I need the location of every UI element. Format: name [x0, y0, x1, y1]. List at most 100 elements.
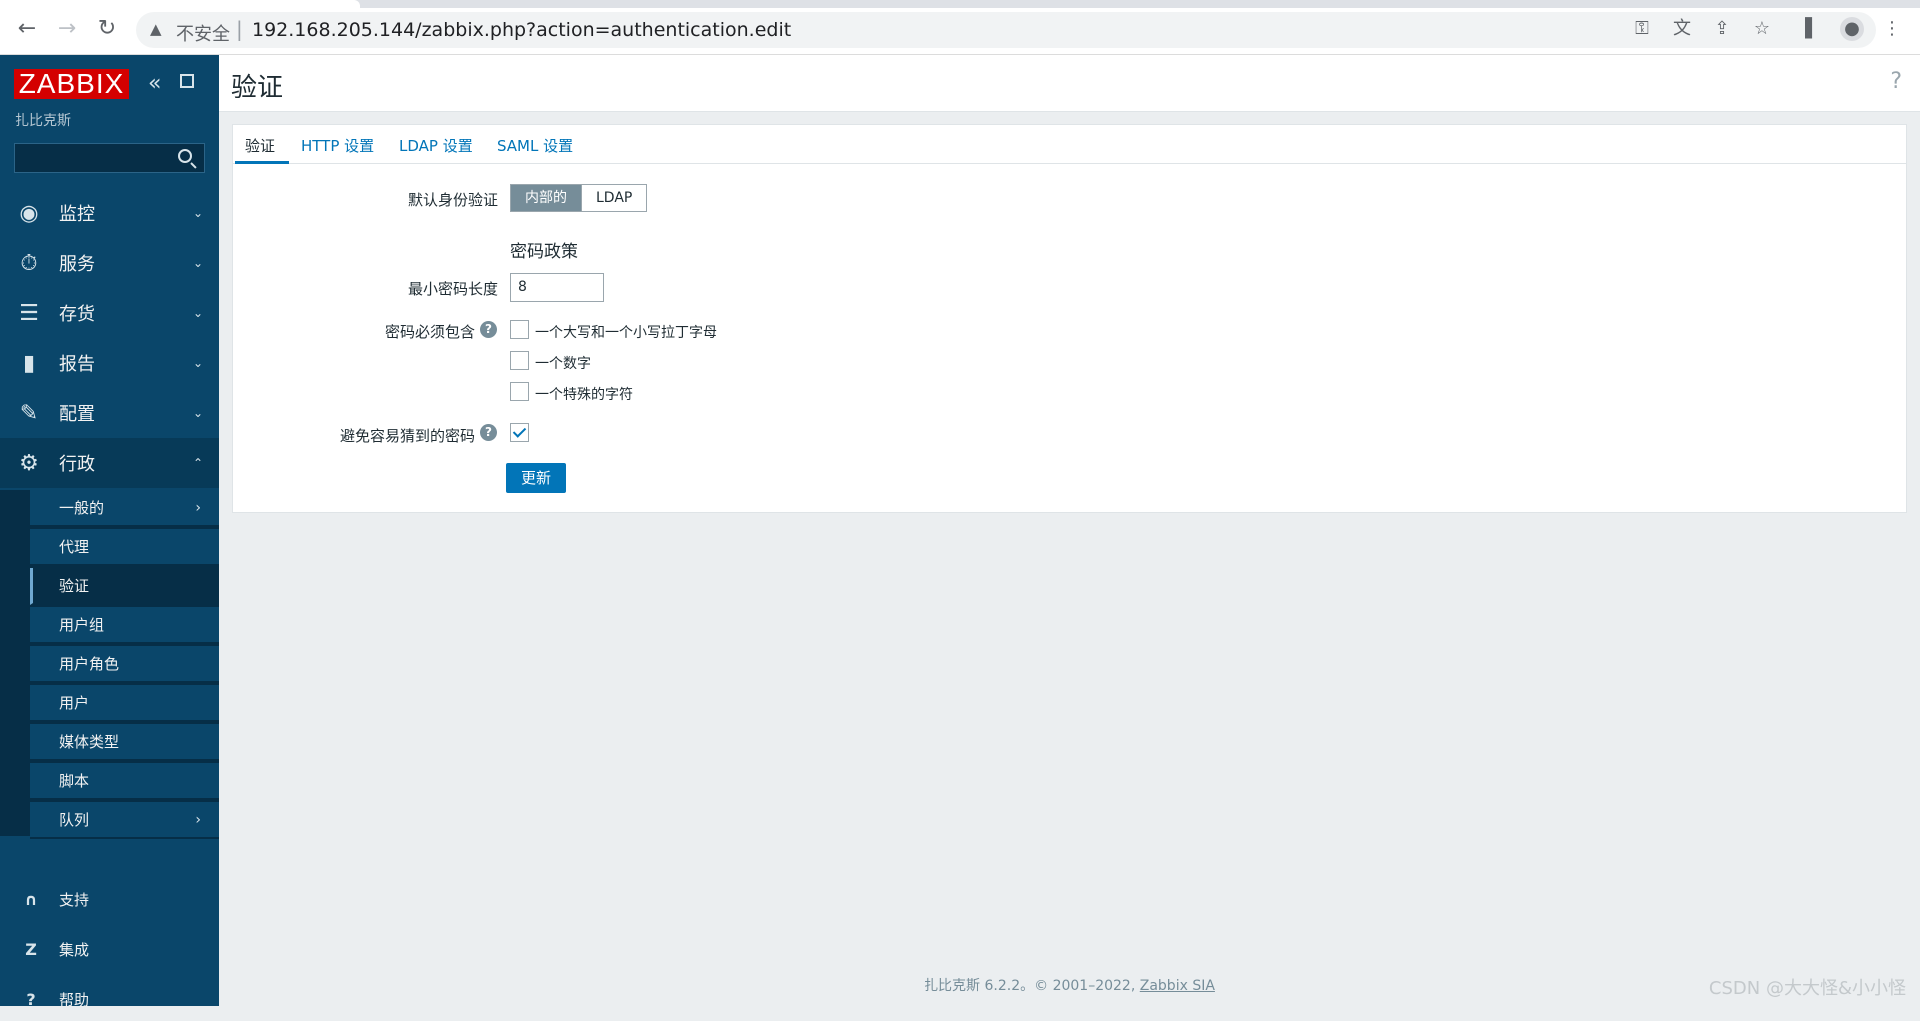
collapse-sidebar-icon[interactable]: « [148, 71, 161, 96]
option-label: 一个特殊的字符 [535, 387, 633, 403]
footer-link[interactable]: Zabbix SIA [1140, 978, 1215, 994]
url-text[interactable]: 192.168.205.144/zabbix.php?action=authen… [252, 19, 791, 41]
submenu-scripts[interactable]: 脚本 [30, 763, 219, 800]
translate-icon[interactable]: 文 [1670, 17, 1694, 41]
menu-label: 监控 [59, 204, 95, 225]
chevron-down-icon: ⌄ [192, 406, 203, 420]
zabbix-logo[interactable]: ZABBIX [14, 69, 129, 99]
must-contain-label: 密码必须包含 [384, 323, 475, 341]
menu-help[interactable]: ? 帮助 [0, 977, 219, 1021]
submenu-general[interactable]: 一般的 › [30, 490, 219, 527]
headset-icon: ∩ [24, 889, 38, 909]
submenu-label: 验证 [59, 577, 90, 595]
search-input[interactable] [14, 143, 205, 173]
tab-ldap-settings[interactable]: LDAP 设置 [399, 135, 473, 156]
z-icon: Z [25, 939, 37, 959]
footer-text: 扎比克斯 6.2.2。© 2001–2022, [924, 978, 1140, 994]
tab-saml-settings[interactable]: SAML 设置 [497, 135, 573, 156]
page-title: 验证 [231, 73, 284, 103]
submenu-label: 用户 [59, 694, 90, 712]
submenu-proxies[interactable]: 代理 [30, 529, 219, 566]
help-hint-icon[interactable]: ? [480, 321, 497, 338]
chevron-right-icon: › [195, 499, 201, 516]
menu-label: 报告 [59, 354, 95, 375]
checkbox-special-char[interactable] [510, 382, 529, 401]
tab-authentication[interactable]: 验证 [245, 135, 275, 156]
insecure-label: 不安全 [176, 24, 230, 45]
share-icon[interactable]: ⇪ [1710, 17, 1734, 41]
auth-option-ldap[interactable]: LDAP [581, 185, 647, 211]
submenu-user-roles[interactable]: 用户角色 [30, 646, 219, 683]
checkbox-digit[interactable] [510, 351, 529, 370]
chevron-down-icon: ⌄ [192, 356, 203, 370]
tab-http-settings[interactable]: HTTP 设置 [301, 135, 374, 156]
menu-label: 行政 [59, 454, 95, 475]
sub-brand: 扎比克斯 [15, 113, 71, 129]
address-bar[interactable]: ▲ 不安全 | 192.168.205.144/zabbix.php?actio… [136, 12, 1876, 48]
sidebar: ZABBIX « 扎比克斯 ◉ 监控 ⌄ ⏱ 服务 ⌄ ☰ 存货 ⌄ ▮ 报告 … [0, 55, 219, 1009]
help-icon[interactable]: ? [1890, 69, 1902, 94]
reload-icon[interactable]: ↻ [94, 16, 120, 42]
side-panel-icon[interactable]: ▌ [1800, 17, 1824, 41]
chevron-down-icon: ⌄ [192, 306, 203, 320]
footer: 扎比克斯 6.2.2。© 2001–2022, Zabbix SIA [219, 975, 1920, 995]
list-icon: ☰ [19, 300, 39, 326]
help-hint-icon[interactable]: ? [480, 424, 497, 441]
wrench-icon: ✎ [19, 400, 39, 426]
stopwatch-icon: ⏱ [20, 250, 38, 276]
search-icon[interactable] [178, 149, 192, 163]
checkbox-avoid-easy[interactable] [510, 423, 529, 442]
min-length-input[interactable]: 8 [510, 273, 604, 302]
forward-icon[interactable]: → [54, 16, 80, 42]
bottom-label: 支持 [59, 890, 90, 909]
password-policy-title: 密码政策 [510, 242, 578, 262]
chevron-right-icon: › [195, 811, 201, 828]
submenu-media-types[interactable]: 媒体类型 [30, 724, 219, 761]
submenu-authentication[interactable]: 验证 [30, 568, 219, 605]
default-auth-toggle[interactable]: 内部的 LDAP [510, 184, 648, 212]
menu-dots-icon[interactable]: ⋮ [1880, 17, 1904, 41]
chevron-down-icon: ⌄ [192, 256, 203, 270]
menu-label: 服务 [59, 254, 95, 275]
submenu-label: 用户角色 [59, 655, 120, 673]
menu-label: 配置 [59, 404, 95, 425]
active-tab-indicator [235, 161, 289, 164]
checkbox-upper-lower[interactable] [510, 320, 529, 339]
warning-icon: ▲ [150, 20, 162, 38]
chevron-up-icon: ⌃ [192, 456, 203, 470]
option-label: 一个大写和一个小写拉丁字母 [535, 325, 717, 341]
star-icon[interactable]: ☆ [1750, 17, 1774, 41]
back-icon[interactable]: ← [14, 16, 40, 42]
update-button[interactable]: 更新 [506, 463, 566, 493]
menu-services[interactable]: ⏱ 服务 ⌄ [0, 238, 219, 288]
submenu-queue[interactable]: 队列 › [30, 802, 219, 839]
menu-administration[interactable]: ⚙ 行政 ⌃ [0, 438, 219, 488]
submenu-label: 脚本 [59, 772, 90, 790]
kiosk-mode-icon[interactable] [180, 74, 194, 88]
key-icon[interactable]: ⚿ [1630, 17, 1654, 41]
bottom-label: 集成 [59, 940, 90, 959]
submenu-label: 一般的 [59, 499, 105, 517]
menu-support[interactable]: ∩ 支持 [0, 877, 219, 921]
gear-icon: ⚙ [19, 450, 39, 476]
tab-strip [0, 0, 1920, 8]
submenu-label: 队列 [59, 811, 90, 829]
submenu-users[interactable]: 用户 [30, 685, 219, 722]
profile-icon[interactable]: ● [1840, 17, 1864, 41]
menu-integrations[interactable]: Z 集成 [0, 927, 219, 971]
browser-toolbar: ← → ↻ ▲ 不安全 | 192.168.205.144/zabbix.php… [0, 0, 1920, 55]
menu-reports[interactable]: ▮ 报告 ⌄ [0, 338, 219, 388]
menu-configuration[interactable]: ✎ 配置 ⌄ [0, 388, 219, 438]
auth-option-internal[interactable]: 内部的 [511, 185, 581, 211]
bar-chart-icon: ▮ [22, 350, 36, 376]
submenu-label: 用户组 [59, 616, 105, 634]
bottom-label: 帮助 [59, 990, 90, 1009]
active-tab[interactable] [0, 0, 360, 8]
default-auth-label: 默认身份验证 [407, 191, 498, 209]
watermark: CSDN @大大怪&小小怪 [1708, 978, 1906, 999]
submenu-label: 代理 [59, 538, 90, 556]
submenu-user-groups[interactable]: 用户组 [30, 607, 219, 644]
menu-inventory[interactable]: ☰ 存货 ⌄ [0, 288, 219, 338]
menu-monitoring[interactable]: ◉ 监控 ⌄ [0, 188, 219, 238]
option-label: 一个数字 [535, 356, 591, 372]
